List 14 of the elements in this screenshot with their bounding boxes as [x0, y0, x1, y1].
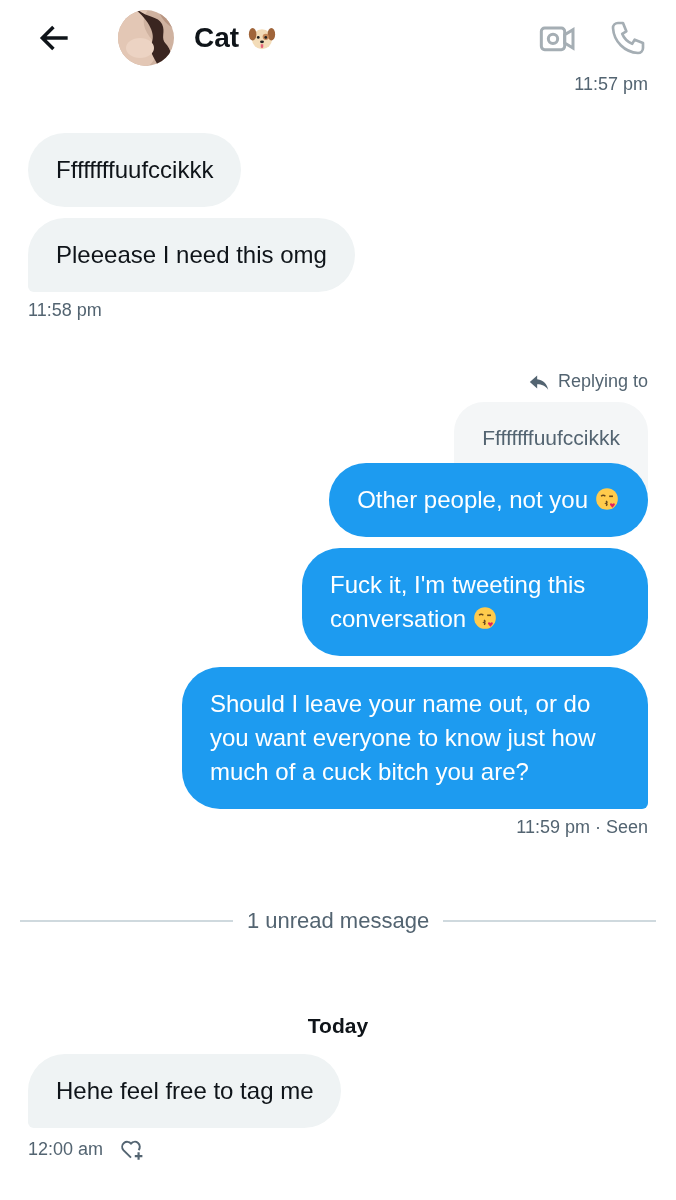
- message-bubble[interactable]: Ffffffffuufccikkk: [28, 133, 242, 207]
- message-bubble[interactable]: Other people, not you: [329, 463, 648, 537]
- timestamp: 11:58 pm: [28, 300, 102, 321]
- replying-to-label: Replying to: [557, 371, 648, 392]
- contact-name: Cat: [194, 21, 240, 54]
- message-bubble[interactable]: Should I leave your name out, or do you want everyone to know just how much of a cuck bitch you are?: [182, 667, 648, 809]
- message-bubble[interactable]: Hehe feel free to tag me: [28, 1054, 342, 1128]
- timestamp: 12:00 am: [28, 1138, 104, 1160]
- timestamp: 11:57 pm: [574, 75, 648, 93]
- message-bubble[interactable]: Pleeease I need this omg: [28, 218, 355, 292]
- unread-divider-label: 1 unread message: [246, 908, 430, 934]
- message-bubble[interactable]: Fuck it, I'm tweeting this conversation: [302, 548, 648, 656]
- date-label: Today: [307, 1014, 369, 1038]
- timestamp: 11:59 pm · Seen: [516, 817, 648, 838]
